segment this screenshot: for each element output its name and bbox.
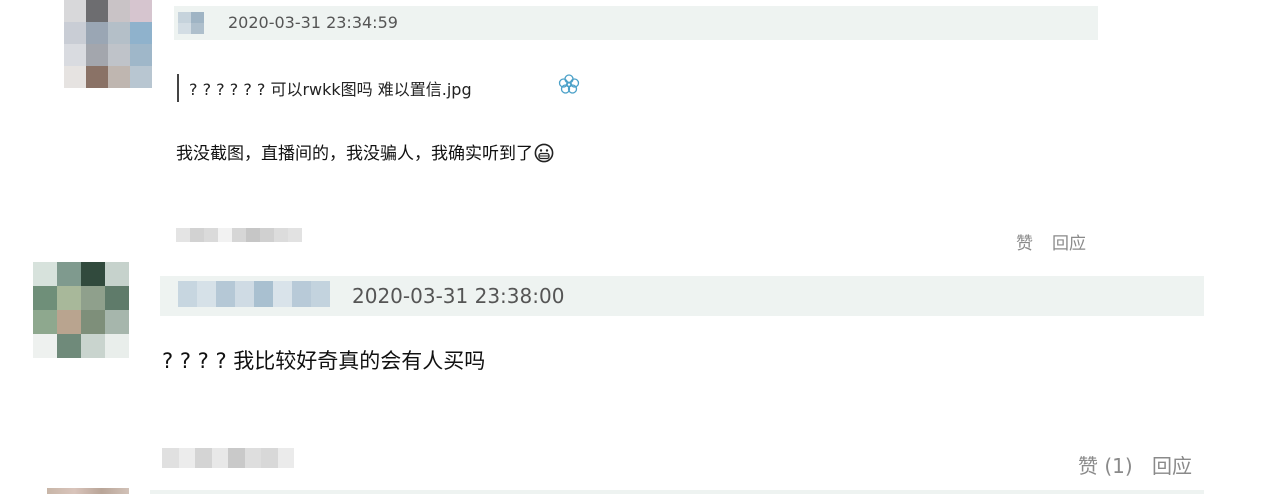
username-redacted[interactable]	[178, 12, 204, 34]
username-redacted[interactable]	[178, 281, 330, 307]
comment-timestamp: 2020-03-31 23:38:00	[352, 284, 565, 308]
user-avatar[interactable]	[47, 488, 129, 494]
comment-body: 我没截图，直播间的，我没骗人，我确实听到了	[176, 144, 533, 164]
reply-button[interactable]: 回应	[1052, 229, 1086, 254]
reply-button[interactable]: 回应	[1152, 450, 1192, 479]
comment-body: ? ? ? ? 我比较好奇真的会有人买吗	[162, 349, 486, 373]
user-avatar[interactable]	[33, 262, 129, 358]
flower-sticker-icon	[556, 72, 582, 98]
comment-timestamp: 2020-03-31 23:34:59	[228, 13, 398, 32]
comment-meta-redacted	[162, 448, 294, 468]
comment-meta-redacted	[176, 228, 302, 242]
comment-header	[150, 490, 1204, 494]
like-button[interactable]: 赞 (1)	[1078, 450, 1133, 479]
comment-text: 我没截图，直播间的，我没骗人，我确实听到了	[176, 139, 554, 164]
user-avatar[interactable]	[64, 0, 152, 88]
grimace-emoji-icon	[534, 143, 554, 163]
quote-bar	[177, 74, 179, 102]
like-button[interactable]: 赞	[1016, 229, 1033, 254]
quoted-text: ? ? ? ? ? ? 可以rwkk图吗 难以置信.jpg	[189, 80, 472, 99]
